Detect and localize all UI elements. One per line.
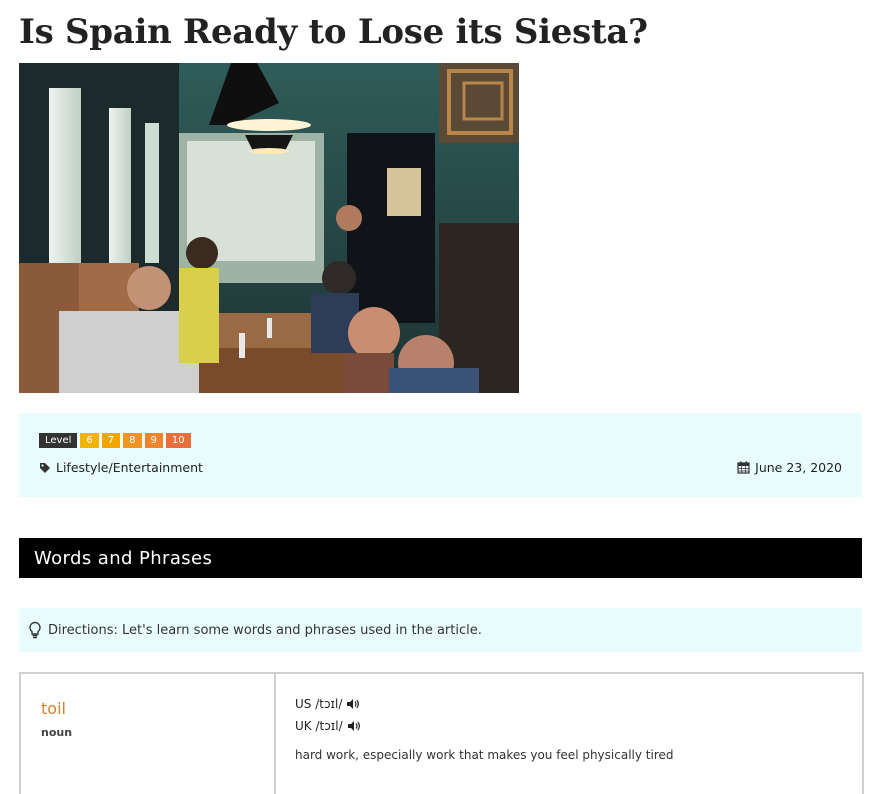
calendar-icon [737,461,750,474]
publish-date: June 23, 2020 [737,460,842,475]
article-page: Is Spain Ready to Lose its Siesta? Level… [0,0,873,794]
vocab-definition: hard work, especially work that makes yo… [295,748,674,762]
tag-icon [40,462,50,473]
pronunciation-us-text: US /tɔɪl/ [295,697,343,711]
cafe-photo-illustration [19,63,519,393]
level-label: Level [39,433,78,448]
vocab-column-divider [274,674,276,794]
directions-box: Directions: Let's learn some words and p… [19,608,862,652]
category-link[interactable]: Lifestyle/Entertainment [39,460,203,475]
vocab-word: toil [41,699,66,718]
vocab-part-of-speech: noun [41,726,73,739]
article-title: Is Spain Ready to Lose its Siesta? [19,12,648,52]
section-header: Words and Phrases [19,538,862,578]
level-badge-9[interactable]: 9 [144,433,163,448]
speaker-icon[interactable] [347,720,361,732]
category-label: Lifestyle/Entertainment [56,460,203,475]
article-meta-box: Level 6 7 8 9 10 Lifestyle/Entertainment… [19,413,862,497]
level-badge-6[interactable]: 6 [80,433,99,448]
level-badge-10[interactable]: 10 [165,433,191,448]
pronunciation-uk: UK /tɔɪl/ [295,719,361,733]
date-label: June 23, 2020 [755,460,842,475]
level-badge-7[interactable]: 7 [101,433,121,448]
vocab-table: toil noun US /tɔɪl/ UK /tɔɪl/ hard work,… [19,672,864,794]
directions-text: Directions: Let's learn some words and p… [48,622,482,638]
level-badge-8[interactable]: 8 [123,433,142,448]
speaker-icon[interactable] [346,698,360,710]
article-photo [19,63,519,393]
level-badges: Level 6 7 8 9 10 [39,433,191,448]
lightbulb-icon [29,621,41,639]
pronunciation-uk-text: UK /tɔɪl/ [295,719,343,733]
pronunciation-us: US /tɔɪl/ [295,697,360,711]
section-title: Words and Phrases [34,548,213,569]
